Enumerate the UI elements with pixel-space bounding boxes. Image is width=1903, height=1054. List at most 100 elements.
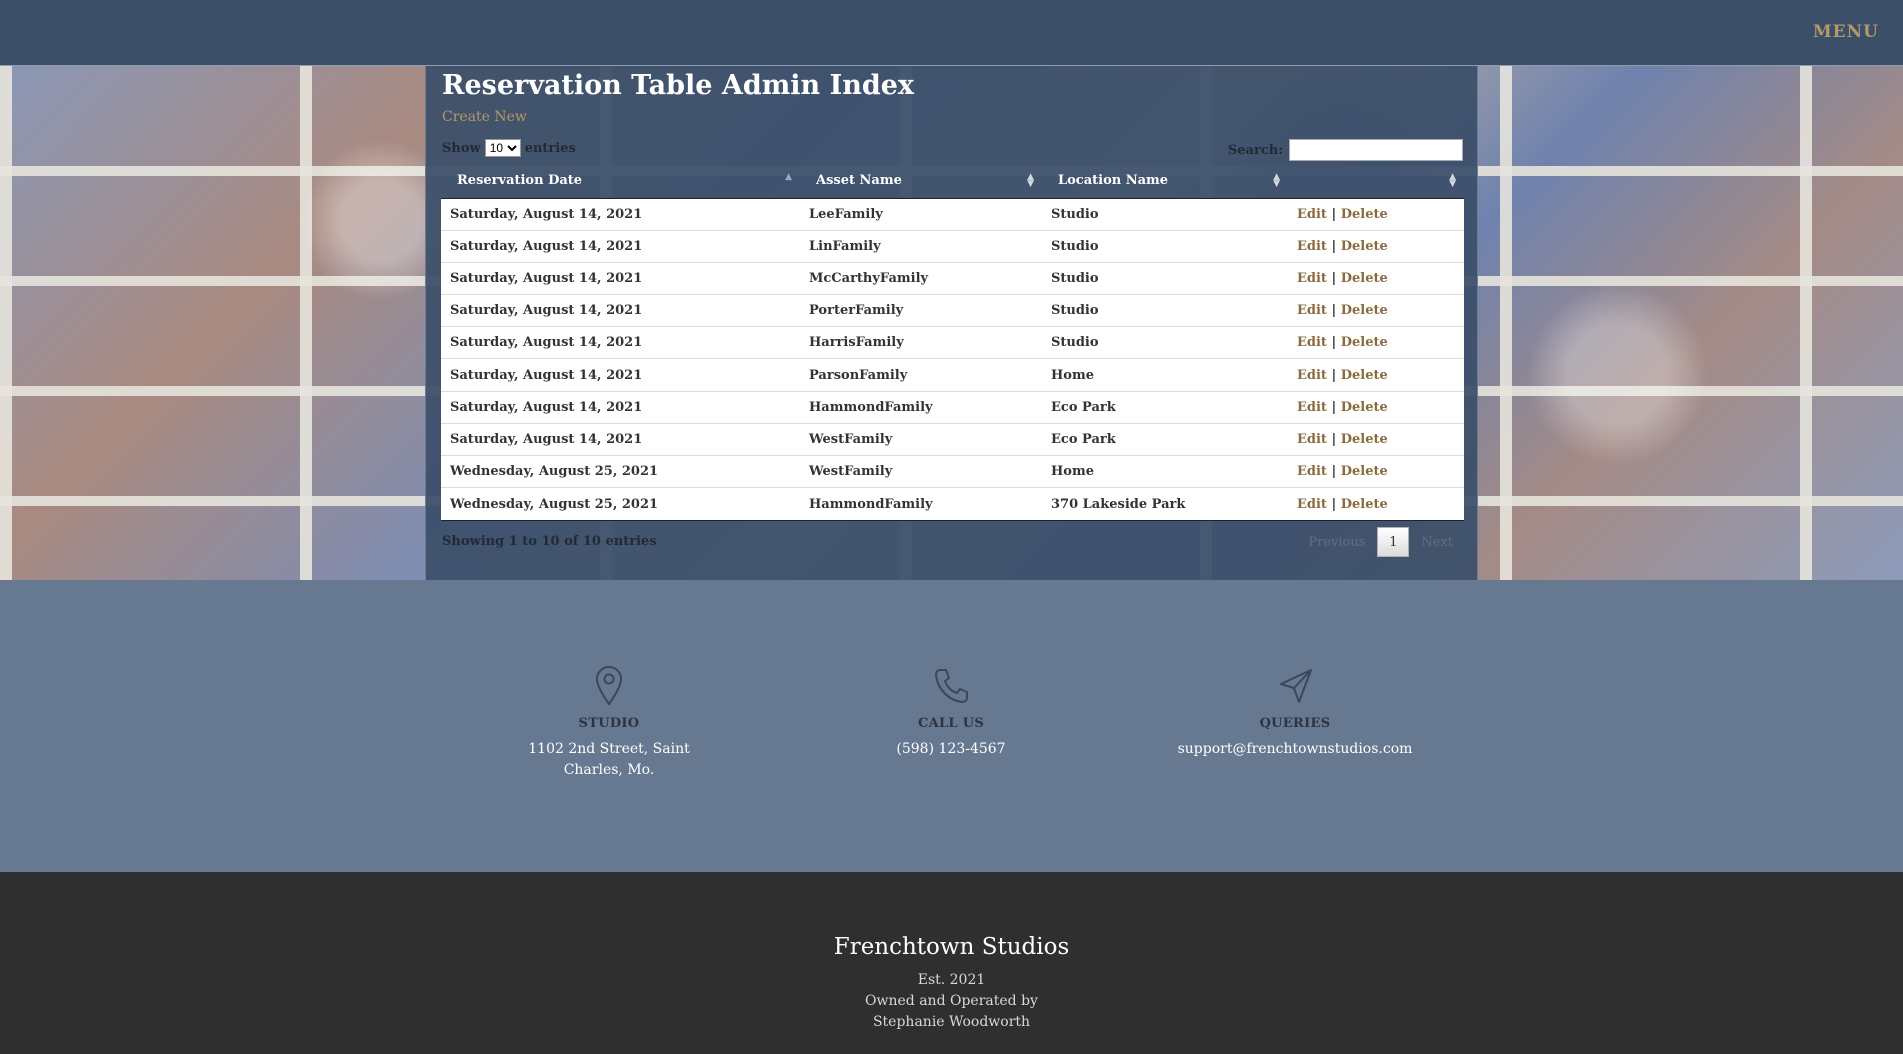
studio-address-line2: Charles, Mo. xyxy=(563,762,655,778)
footer-brand: Frenchtown Studios xyxy=(833,934,1070,960)
entries-label: entries xyxy=(524,140,576,156)
table-row: Saturday, August 14, 2021 PorterFamily Stu… xyxy=(441,294,1464,327)
asset-name-cell: HammondFamily xyxy=(800,487,1042,520)
edit-link[interactable]: Edit xyxy=(1297,303,1327,318)
actions-cell: Edit | Delete xyxy=(1288,294,1464,327)
menu-button[interactable]: MENU xyxy=(1813,22,1879,42)
next-button[interactable]: Next xyxy=(1421,535,1453,550)
column-header-label: Asset Name xyxy=(816,173,902,189)
actions-cell: Edit | Delete xyxy=(1288,326,1464,359)
edit-link[interactable]: Edit xyxy=(1297,239,1327,254)
action-separator: | xyxy=(1331,399,1337,415)
search-input[interactable] xyxy=(1289,139,1463,161)
edit-link[interactable]: Edit xyxy=(1297,464,1327,479)
actions-cell: Edit | Delete xyxy=(1288,261,1464,295)
support-email[interactable]: support@frenchtownstudios.com xyxy=(1165,739,1425,760)
delete-link[interactable]: Delete xyxy=(1341,464,1388,479)
column-header-label: Location Name xyxy=(1058,173,1169,189)
asset-name-cell: WestFamily xyxy=(800,454,1042,488)
action-separator: | xyxy=(1331,238,1337,254)
delete-link[interactable]: Delete xyxy=(1341,271,1388,286)
reservation-date-cell: Saturday, August 14, 2021 xyxy=(441,229,800,263)
location-name-cell: Studio xyxy=(1042,229,1288,263)
search-control: Search: xyxy=(1228,139,1463,161)
create-new-link[interactable]: Create New xyxy=(442,109,527,125)
table-body: Saturday, August 14, 2021 LeeFamily Studio… xyxy=(441,198,1464,520)
search-label: Search: xyxy=(1227,142,1283,158)
page-length-select[interactable]: 10 xyxy=(484,139,521,157)
column-header-actions[interactable]: ▲ ▼ xyxy=(1288,164,1464,199)
table-row: Saturday, August 14, 2021 HarrisFamily Stu… xyxy=(441,326,1464,359)
reservation-date-cell: Saturday, August 14, 2021 xyxy=(441,326,800,359)
queries-contact: QUERIES support@frenchtownstudios.com xyxy=(1165,664,1425,760)
column-header-reservation-date[interactable]: Reservation Date ▲ xyxy=(441,164,800,199)
queries-label: QUERIES xyxy=(1259,716,1331,731)
delete-link[interactable]: Delete xyxy=(1341,303,1388,318)
edit-link[interactable]: Edit xyxy=(1297,335,1327,350)
footer-owner-line1: Owned and Operated by xyxy=(865,993,1038,1009)
delete-link[interactable]: Delete xyxy=(1341,368,1388,383)
delete-link[interactable]: Delete xyxy=(1341,335,1388,350)
reservation-date-cell: Saturday, August 14, 2021 xyxy=(441,422,800,456)
delete-link[interactable]: Delete xyxy=(1341,432,1388,447)
actions-cell: Edit | Delete xyxy=(1288,487,1464,520)
table-row: Wednesday, August 25, 2021 WestFamily Home… xyxy=(441,454,1464,488)
delete-link[interactable]: Delete xyxy=(1341,207,1388,222)
edit-link[interactable]: Edit xyxy=(1297,368,1327,383)
action-separator: | xyxy=(1331,303,1337,319)
edit-link[interactable]: Edit xyxy=(1297,400,1327,415)
call-contact: CALL US (598) 123-4567 xyxy=(821,664,1081,760)
edit-link[interactable]: Edit xyxy=(1297,271,1327,286)
action-separator: | xyxy=(1331,335,1337,351)
studio-label: STUDIO xyxy=(578,716,640,731)
reservation-date-cell: Wednesday, August 25, 2021 xyxy=(441,487,800,520)
actions-cell: Edit | Delete xyxy=(1288,198,1464,230)
asset-name-cell: WestFamily xyxy=(800,422,1042,456)
asset-name-cell: McCarthyFamily xyxy=(800,261,1042,295)
actions-cell: Edit | Delete xyxy=(1288,422,1464,456)
action-separator: | xyxy=(1331,431,1337,447)
table-row: Saturday, August 14, 2021 LinFamily Studio… xyxy=(441,229,1464,263)
reservation-date-cell: Saturday, August 14, 2021 xyxy=(441,261,800,295)
table-row: Wednesday, August 25, 2021 HammondFamily 3… xyxy=(441,487,1464,520)
edit-link[interactable]: Edit xyxy=(1297,207,1327,222)
action-separator: | xyxy=(1331,270,1337,286)
actions-cell: Edit | Delete xyxy=(1288,390,1464,424)
pagination: Previous 1 Next xyxy=(1308,527,1453,557)
page-title: Reservation Table Admin Index xyxy=(442,70,914,101)
reservation-date-cell: Saturday, August 14, 2021 xyxy=(441,294,800,327)
asset-name-cell: PorterFamily xyxy=(800,294,1042,327)
page-1-button[interactable]: 1 xyxy=(1377,527,1410,557)
studio-address: 1102 2nd Street, Saint Charles, Mo. xyxy=(479,739,739,781)
table-bottom-border xyxy=(441,519,1464,521)
reservation-date-cell: Saturday, August 14, 2021 xyxy=(441,390,800,424)
footer-owner-line2: Stephanie Woodworth xyxy=(872,1014,1031,1030)
asset-name-cell: ParsonFamily xyxy=(800,358,1042,392)
action-separator: | xyxy=(1331,496,1337,512)
sort-icon: ▲ ▼ xyxy=(1027,172,1034,189)
column-header-asset-name[interactable]: Asset Name ▲ ▼ xyxy=(800,164,1042,199)
column-header-label: Reservation Date xyxy=(457,173,583,189)
delete-link[interactable]: Delete xyxy=(1341,400,1388,415)
delete-link[interactable]: Delete xyxy=(1341,497,1388,512)
edit-link[interactable]: Edit xyxy=(1297,432,1327,447)
phone-icon xyxy=(935,669,968,703)
actions-cell: Edit | Delete xyxy=(1288,358,1464,392)
call-label: CALL US xyxy=(917,716,985,731)
edit-link[interactable]: Edit xyxy=(1297,497,1327,512)
actions-cell: Edit | Delete xyxy=(1288,229,1464,263)
reservation-table-wrapper: Reservation Date ▲ Asset Name ▲ ▼ Locatio… xyxy=(441,164,1464,521)
action-separator: | xyxy=(1331,367,1337,383)
location-name-cell: 370 Lakeside Park xyxy=(1042,487,1288,520)
column-header-location-name[interactable]: Location Name ▲ ▼ xyxy=(1042,164,1288,199)
sort-icon: ▲ ▼ xyxy=(1449,172,1456,189)
phone-number[interactable]: (598) 123-4567 xyxy=(821,739,1081,760)
content-panel: Reservation Table Admin Index Create New… xyxy=(425,66,1478,580)
previous-button[interactable]: Previous xyxy=(1308,535,1365,550)
delete-link[interactable]: Delete xyxy=(1341,239,1388,254)
table-info: Showing 1 to 10 of 10 entries xyxy=(442,534,657,549)
paper-plane-icon xyxy=(1280,669,1312,703)
footer: Frenchtown Studios Est. 2021 Owned and O… xyxy=(0,872,1903,1054)
top-navbar: MENU xyxy=(0,0,1903,66)
reservation-date-cell: Saturday, August 14, 2021 xyxy=(450,206,643,222)
